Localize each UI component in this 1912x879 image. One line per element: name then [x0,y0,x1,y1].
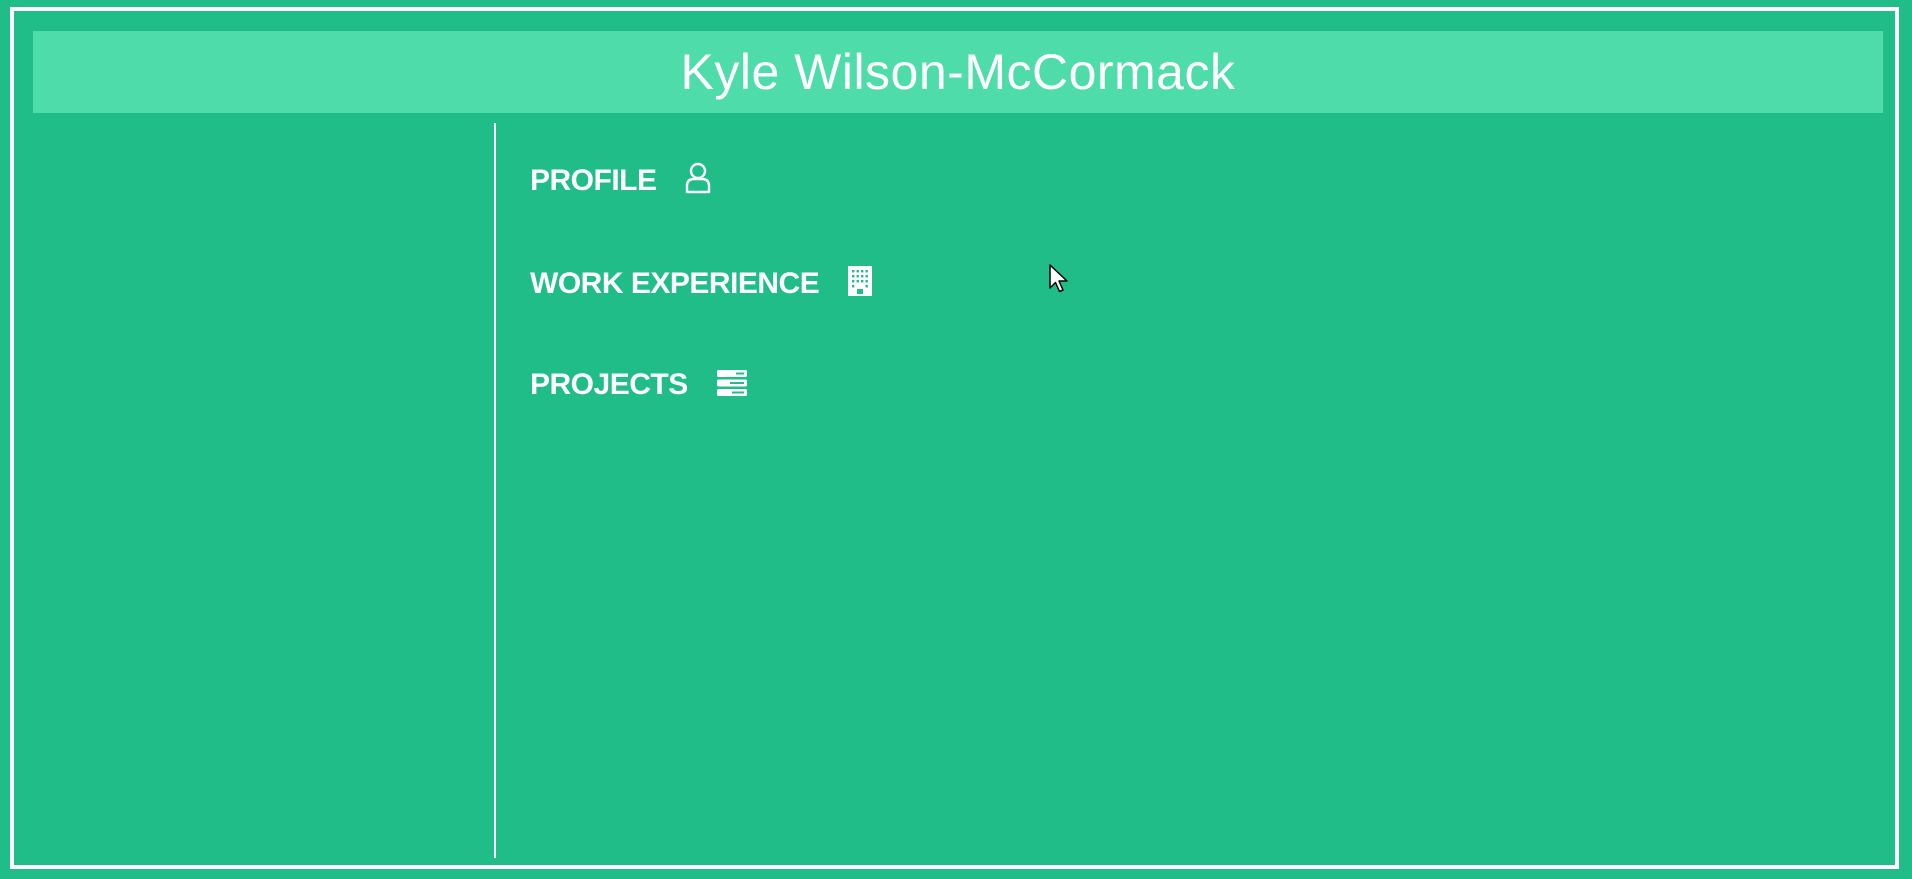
left-panel [14,123,494,858]
building-icon [847,265,873,302]
page-header: Kyle Wilson-McCormack [33,31,1883,113]
nav-item-label: PROJECTS [530,368,688,401]
nav-item-label: WORK EXPERIENCE [530,266,820,300]
nav-item-projects[interactable]: PROJECTS [530,368,748,402]
mouse-cursor-icon [1049,264,1071,299]
page-title: Kyle Wilson-McCormack [680,44,1236,100]
server-icon [716,369,748,402]
user-icon [685,162,711,199]
nav-item-work-experience[interactable]: WORK EXPERIENCE [530,265,873,302]
nav-item-label: PROFILE [530,163,657,197]
nav-item-profile[interactable]: PROFILE [530,162,711,199]
vertical-divider [494,123,496,858]
